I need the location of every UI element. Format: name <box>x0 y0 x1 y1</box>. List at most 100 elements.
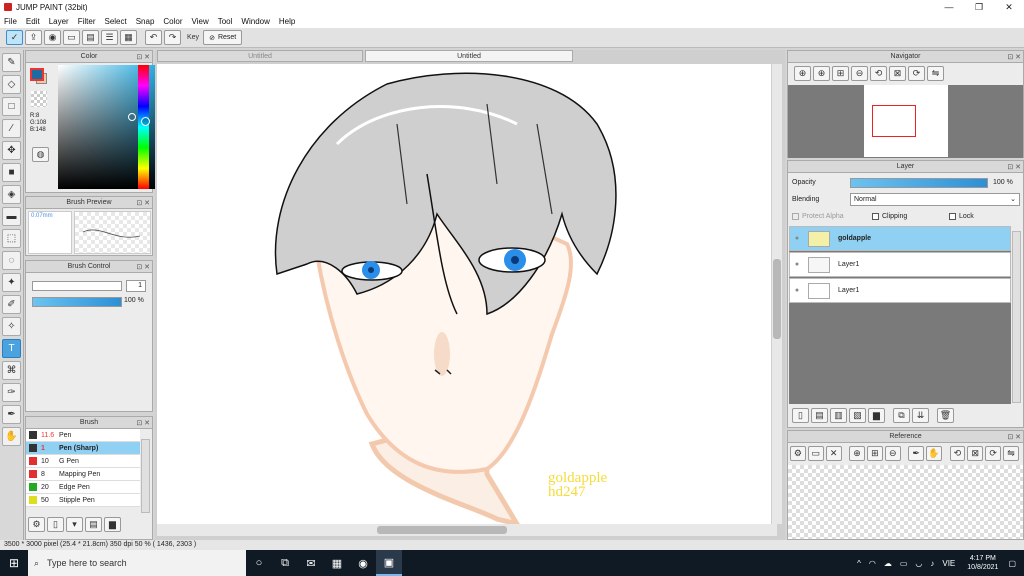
undo-icon[interactable]: ↶ <box>145 30 162 45</box>
trash-icon[interactable]: 🗑 <box>937 408 954 423</box>
rotate-right-icon[interactable]: ⟳ <box>985 446 1002 461</box>
duplicate-layer-icon[interactable]: ⧉ <box>893 408 910 423</box>
zoom-out-icon[interactable]: ⊖ <box>884 446 901 461</box>
jump-icon[interactable]: ✓ <box>6 30 23 45</box>
layer-row[interactable]: ● Layer1 <box>789 278 1011 303</box>
layer-row[interactable]: ● Layer1 <box>789 252 1011 277</box>
add-brush-icon[interactable]: ⚙ <box>28 517 45 532</box>
zoom-in-icon[interactable]: ⊕ <box>794 66 811 81</box>
task-view-icon[interactable]: ⧉ <box>272 550 298 576</box>
gradient-tool-icon[interactable]: ▬ <box>2 207 21 226</box>
flip-icon[interactable]: ⇋ <box>1003 446 1019 461</box>
layer-row[interactable]: ● goldapple <box>789 226 1011 251</box>
eraser-tool-icon[interactable]: ◇ <box>2 75 21 94</box>
lasso-tool-icon[interactable]: ◌ <box>2 251 21 270</box>
panel-close-icon[interactable]: ⊡ ✕ <box>1007 432 1021 444</box>
layer-opacity-slider[interactable] <box>850 178 988 188</box>
fit-icon[interactable]: ⊞ <box>832 66 849 81</box>
palette-icon[interactable]: ◍ <box>32 147 49 162</box>
rectangle-tool-icon[interactable]: □ <box>2 97 21 116</box>
text-tool-icon[interactable]: T <box>2 339 21 358</box>
panel-close-icon[interactable]: ⊡ ✕ <box>136 198 150 210</box>
zoom-in-icon[interactable]: ⊕ <box>849 446 865 461</box>
new-layer-1bit-icon[interactable]: ▥ <box>830 408 847 423</box>
menu-filter[interactable]: Filter <box>78 17 96 26</box>
actual-size-icon[interactable]: ⊠ <box>889 66 906 81</box>
brush-list-scrollbar[interactable] <box>141 439 150 513</box>
horizontal-scroll-thumb[interactable] <box>377 526 507 534</box>
network-icon[interactable]: ◠ <box>869 559 876 568</box>
select-pen-tool-icon[interactable]: ✐ <box>2 295 21 314</box>
hand-icon[interactable]: ✋ <box>926 446 942 461</box>
protect-alpha-checkbox[interactable]: Protect Alpha <box>792 213 844 220</box>
menu-file[interactable]: File <box>4 17 17 26</box>
actual-size-icon[interactable]: ⊠ <box>967 446 984 461</box>
bucket-tool-icon[interactable]: ◈ <box>2 185 21 204</box>
select-rect-tool-icon[interactable]: ⬚ <box>2 229 21 248</box>
folder-icon[interactable]: ▆ <box>868 408 885 423</box>
line-tool-icon[interactable]: ∕ <box>2 119 21 138</box>
select-eraser-tool-icon[interactable]: ✧ <box>2 317 21 336</box>
visibility-icon[interactable]: ● <box>790 261 804 268</box>
brush-item[interactable]: 8 Mapping Pen <box>26 468 140 481</box>
battery-icon[interactable]: ▭ <box>900 559 908 568</box>
panel-close-icon[interactable]: ⊡ ✕ <box>136 418 150 430</box>
tab-untitled-1[interactable]: Untitled <box>157 50 363 62</box>
halftone-layer-icon[interactable]: ▧ <box>849 408 866 423</box>
color-picker-handle[interactable] <box>128 113 136 121</box>
redo-icon[interactable]: ↷ <box>164 30 181 45</box>
menu-snap[interactable]: Snap <box>136 17 155 26</box>
open-reference-icon[interactable]: ▭ <box>807 446 824 461</box>
brush-item[interactable]: 20 Edge Pen <box>26 481 140 494</box>
pen-tool-icon[interactable]: ✑ <box>2 383 21 402</box>
clipping-checkbox[interactable]: Clipping <box>872 213 907 220</box>
transparent-color-swatch[interactable] <box>31 91 47 107</box>
rotate-right-icon[interactable]: ⟳ <box>908 66 925 81</box>
merge-layer-icon[interactable]: ⇊ <box>912 408 929 423</box>
hue-handle[interactable] <box>141 117 150 126</box>
rotate-left-icon[interactable]: ⟲ <box>870 66 887 81</box>
menu-color[interactable]: Color <box>163 17 182 26</box>
menu-window[interactable]: Window <box>241 17 269 26</box>
panel-close-icon[interactable]: ⊡ ✕ <box>1007 162 1021 174</box>
grid-icon[interactable]: ▦ <box>120 30 137 45</box>
tab-untitled-2[interactable]: Untitled <box>365 50 573 62</box>
brush-item[interactable]: 1 Pen (Sharp) <box>26 442 140 455</box>
vertical-scroll-thumb[interactable] <box>773 259 781 339</box>
menu-edit[interactable]: Edit <box>26 17 40 26</box>
maximize-button[interactable]: ❐ <box>964 2 994 13</box>
brush-item[interactable]: 10 G Pen <box>26 455 140 468</box>
close-reference-icon[interactable]: ✕ <box>825 446 842 461</box>
zoom-out-icon[interactable]: ⊖ <box>851 66 868 81</box>
brush-item[interactable]: 11.6 Pen <box>26 429 140 442</box>
magic-wand-tool-icon[interactable]: ✦ <box>2 273 21 292</box>
share-icon[interactable]: ⇪ <box>25 30 42 45</box>
brush-opacity-slider[interactable] <box>32 297 122 307</box>
eyedropper-icon[interactable]: ✒ <box>908 446 925 461</box>
zoom-in-icon[interactable]: ⊕ <box>813 66 830 81</box>
new-brush-icon[interactable]: ▯ <box>47 517 64 532</box>
navigator-preview[interactable] <box>788 85 1023 158</box>
brush-item[interactable]: 50 Stipple Pen <box>26 494 140 507</box>
fill-rect-tool-icon[interactable]: ■ <box>2 163 21 182</box>
foreground-color-swatch[interactable] <box>30 68 44 81</box>
panel-close-icon[interactable]: ⊡ ✕ <box>1007 52 1021 64</box>
drawing-canvas[interactable]: goldapple hd247 <box>157 64 771 524</box>
lock-checkbox[interactable]: Lock <box>949 213 974 220</box>
brush-tool-icon[interactable]: ✎ <box>2 53 21 72</box>
new-layer-8bit-icon[interactable]: ▤ <box>811 408 828 423</box>
chevron-up-icon[interactable]: ^ <box>857 559 861 568</box>
document-icon[interactable]: ▤ <box>82 30 99 45</box>
volume-icon[interactable]: ♪ <box>930 559 934 568</box>
windows-start-icon[interactable]: ⊞ <box>0 550 28 576</box>
folder-icon[interactable]: ▆ <box>104 517 121 532</box>
brush-size-slider[interactable] <box>32 281 122 291</box>
move-tool-icon[interactable]: ✥ <box>2 141 21 160</box>
jump-paint-taskbar-icon[interactable]: ▣ <box>376 550 402 576</box>
mail-icon[interactable]: ✉ <box>298 550 324 576</box>
cloud-icon[interactable]: ☁ <box>884 559 892 568</box>
browser-icon[interactable]: ◉ <box>350 550 376 576</box>
clock[interactable]: 4:17 PM 10/8/2021 <box>967 554 998 572</box>
canvas-vertical-scrollbar[interactable] <box>772 64 782 524</box>
layer-list-scrollbar[interactable] <box>1012 231 1021 403</box>
